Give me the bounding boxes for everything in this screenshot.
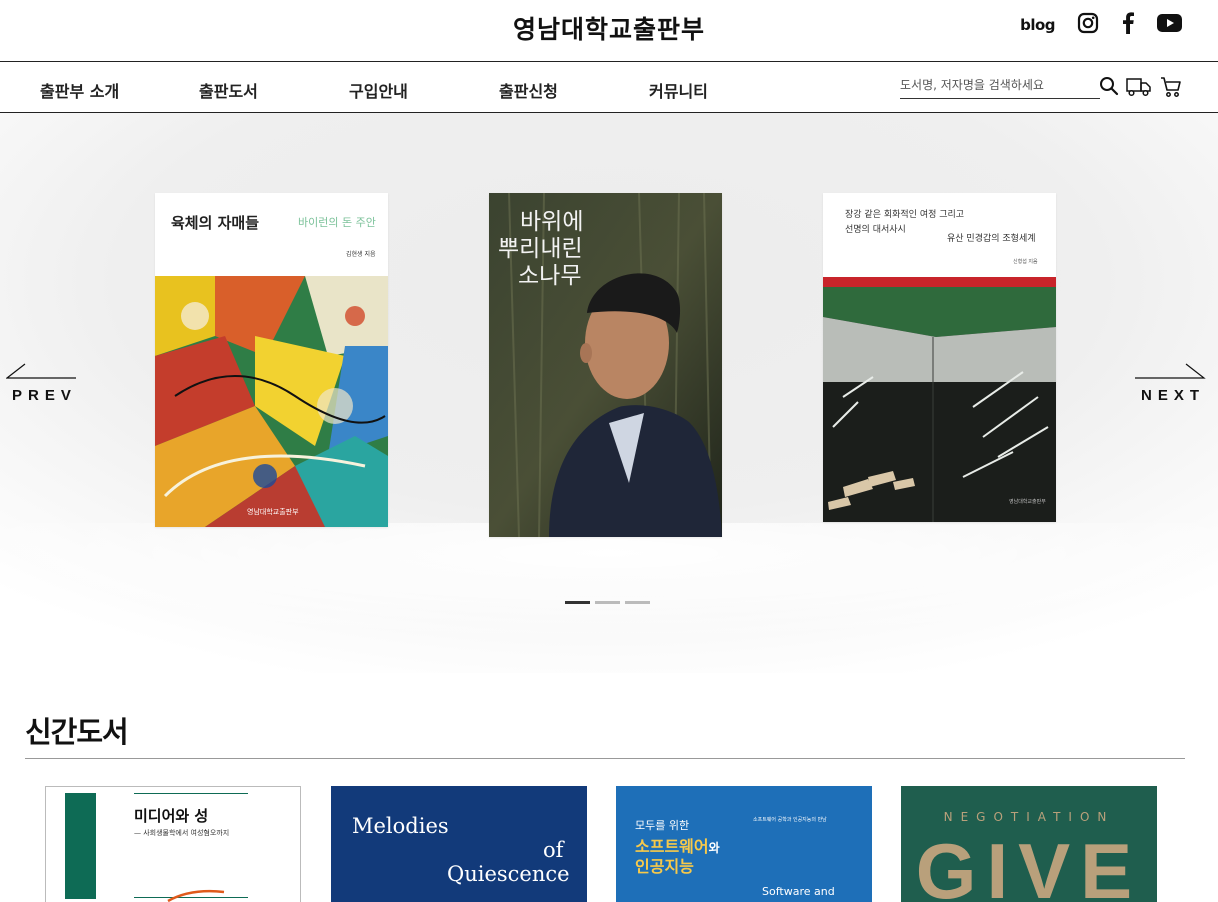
- slider-pagination: [565, 601, 650, 604]
- slider-floor: [0, 523, 1218, 673]
- delivery-truck-icon[interactable]: [1126, 76, 1152, 102]
- prev-arrow-icon[interactable]: [5, 363, 78, 383]
- slider-dot-1[interactable]: [565, 601, 590, 604]
- book-title-line-3: Quiescence: [447, 862, 570, 886]
- book-kicker: NEGOTIATION: [943, 810, 1115, 824]
- new-book-1[interactable]: 미디어와 성 — 사회생물학에서 여성혐오까지: [45, 786, 301, 902]
- book-author: 신형섭 지음: [1013, 259, 1038, 265]
- book-title: GIVE: [915, 827, 1143, 902]
- section-divider: [25, 758, 1185, 759]
- facebook-icon[interactable]: [1121, 12, 1135, 38]
- slide-book-1[interactable]: 육체의 자매들 바이런의 돈 주안 김현생 지음 영남대학교출판부: [155, 193, 388, 527]
- slider-dot-2[interactable]: [595, 601, 620, 604]
- next-arrow-icon[interactable]: [1134, 363, 1206, 383]
- brush-stroke: [167, 889, 225, 902]
- book-cover-art: [823, 277, 1056, 522]
- slider-dot-3[interactable]: [625, 601, 650, 604]
- cover-stripe: [65, 793, 96, 899]
- book-cover-art: [155, 276, 388, 527]
- book-subtitle: 유산 민경갑의 조형세계: [947, 234, 1036, 244]
- title-line: 뿌리내린: [498, 236, 583, 262]
- title-line: 소나무: [518, 263, 582, 289]
- prev-button[interactable]: PREV: [12, 387, 77, 404]
- section-title-new-books: 신간도서: [25, 715, 129, 749]
- nav-item-books[interactable]: 출판도서: [199, 78, 258, 102]
- book-subtitle: 바이런의 돈 주안: [298, 216, 376, 229]
- book-title-line-1: Melodies: [352, 814, 449, 838]
- top-header: 영남대학교출판부 blog: [0, 0, 1218, 62]
- new-book-3[interactable]: 소프트웨어 공학과 인공지능의 만남 모두를 위한 소프트웨어와 인공지능 So…: [616, 786, 872, 902]
- nav-item-about[interactable]: 출판부 소개: [40, 78, 119, 102]
- book-kicker: 모두를 위한: [635, 819, 690, 832]
- search-input[interactable]: [900, 75, 1096, 92]
- book-top-note: 소프트웨어 공학과 인공지능의 만남: [753, 817, 827, 823]
- slide-book-2[interactable]: 바위에 뿌리내린 소나무: [489, 193, 722, 537]
- next-button[interactable]: NEXT: [1141, 387, 1205, 404]
- search-icon[interactable]: [1099, 76, 1119, 100]
- main-nav: 출판부 소개 출판도서 구입안내 출판신청 커뮤니티: [0, 63, 1218, 113]
- new-book-4[interactable]: NEGOTIATION GIVE: [901, 786, 1157, 902]
- book-title-b: 인공지능: [635, 857, 694, 876]
- book-title-line-2: of: [543, 838, 564, 862]
- title-line: 바위에: [520, 209, 584, 235]
- instagram-icon[interactable]: [1077, 12, 1099, 38]
- book-subtitle: — 사회생물학에서 여성혐오까지: [134, 829, 230, 837]
- blog-link[interactable]: blog: [1020, 16, 1055, 34]
- book-author: 김현생 지음: [346, 251, 376, 258]
- new-book-2[interactable]: Melodies of Quiescence: [331, 786, 587, 902]
- book-bottom-text: Software and: [762, 885, 835, 898]
- book-title: 미디어와 성: [134, 807, 209, 825]
- nav-item-publish-request[interactable]: 출판신청: [499, 78, 558, 102]
- nav-item-purchase[interactable]: 구입안내: [349, 78, 408, 102]
- slide-book-3[interactable]: 장강 같은 회화적인 여정 그리고 선명의 대서사시 유산 민경갑의 조형세계 …: [823, 193, 1056, 522]
- book-title: 육체의 자매들: [171, 214, 260, 232]
- cart-icon[interactable]: [1160, 76, 1182, 102]
- title-a-suffix: 와: [708, 841, 720, 855]
- social-links: blog: [1020, 12, 1182, 38]
- book-title: 바위에 뿌리내린 소나무: [498, 209, 583, 290]
- book-publisher: 영남대학교출판부: [1009, 499, 1046, 505]
- title-line: 장강 같은 회화적인 여정 그리고: [845, 210, 965, 220]
- nav-item-community[interactable]: 커뮤니티: [649, 78, 708, 102]
- youtube-icon[interactable]: [1157, 14, 1182, 36]
- cover-rule: [134, 793, 248, 794]
- search-box: [900, 74, 1100, 99]
- book-publisher: 영남대학교출판부: [247, 508, 299, 516]
- book-slider: 육체의 자매들 바이런의 돈 주안 김현생 지음 영남대학교출판부 바위에 뿌리…: [0, 113, 1218, 673]
